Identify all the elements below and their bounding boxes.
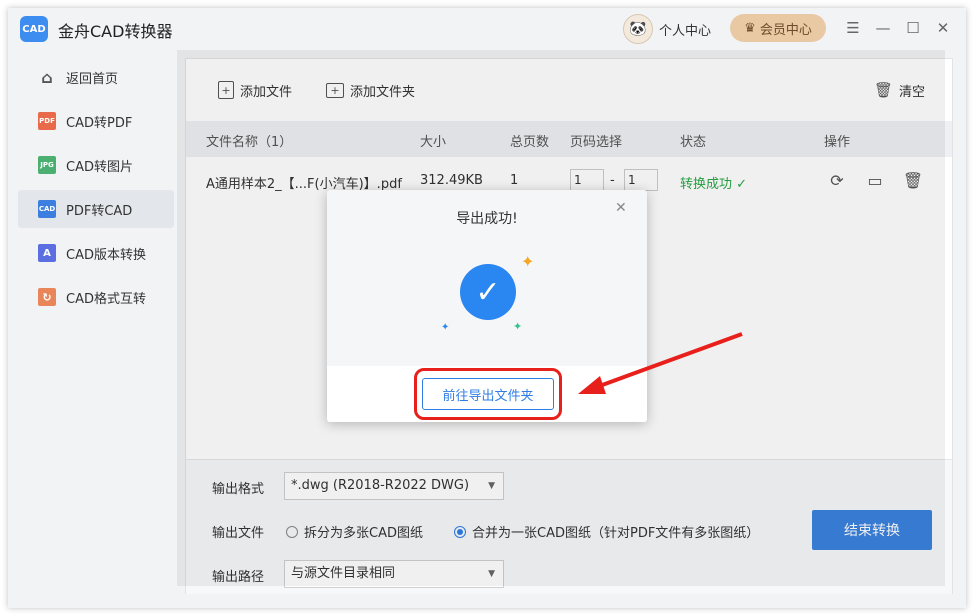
user-center-label: 个人中心 [659, 23, 712, 39]
sidebar-item-label: CAD格式互转 [66, 291, 146, 307]
close-icon[interactable]: ✕ [933, 18, 953, 38]
sidebar-item-cad-version[interactable]: A CAD版本转换 [18, 234, 174, 272]
sidebar-item-label: 返回首页 [66, 71, 119, 87]
sidebar-item-cad-to-image[interactable]: JPG CAD转图片 [18, 146, 174, 184]
format-icon: ↻ [38, 288, 56, 306]
user-center-button[interactable]: 🐼 个人中心 [623, 14, 712, 44]
sidebar-item-label: CAD转图片 [66, 159, 133, 175]
sidebar-item-label: CAD转PDF [66, 115, 133, 131]
title-bar: CAD 金舟CAD转换器 🐼 个人中心 ♛ 会员中心 ☰ — ☐ ✕ [8, 8, 966, 50]
maximize-icon[interactable]: ☐ [903, 18, 923, 38]
app-logo-icon: CAD [20, 16, 48, 42]
cad-icon: CAD [38, 200, 56, 218]
sidebar-item-label: PDF转CAD [66, 203, 133, 219]
home-icon: ⌂ [41, 67, 53, 87]
vip-center-label: 会员中心 [759, 22, 812, 38]
sidebar-item-pdf-to-cad[interactable]: CAD PDF转CAD [18, 190, 174, 228]
sidebar-item-cad-to-pdf[interactable]: PDF CAD转PDF [18, 102, 174, 140]
sparkle-icon: ✦ [513, 320, 523, 333]
menu-icon[interactable]: ☰ [843, 18, 863, 38]
annotation-arrow-icon [578, 332, 743, 394]
image-icon: JPG [38, 156, 56, 174]
sparkle-icon: ✦ [441, 322, 450, 333]
minimize-icon[interactable]: — [873, 18, 893, 38]
highlight-ring [414, 368, 562, 420]
success-check-icon: ✓ [460, 264, 516, 320]
crown-icon: ♛ [744, 20, 756, 36]
sparkle-icon: ✦ [521, 252, 535, 271]
sidebar: ⌂ 返回首页 PDF CAD转PDF JPG CAD转图片 CAD PDF转CA… [8, 58, 184, 322]
dialog-close-icon[interactable]: ✕ [615, 200, 627, 216]
sidebar-item-cad-format[interactable]: ↻ CAD格式互转 [18, 278, 174, 316]
dialog-title: 导出成功! [456, 211, 518, 227]
version-icon: A [38, 244, 56, 262]
sidebar-item-home[interactable]: ⌂ 返回首页 [18, 58, 174, 96]
avatar: 🐼 [623, 14, 653, 44]
pdf-icon: PDF [38, 112, 56, 130]
app-title: 金舟CAD转换器 [58, 22, 173, 41]
vip-center-button[interactable]: ♛ 会员中心 [730, 14, 826, 42]
sidebar-item-label: CAD版本转换 [66, 247, 146, 263]
